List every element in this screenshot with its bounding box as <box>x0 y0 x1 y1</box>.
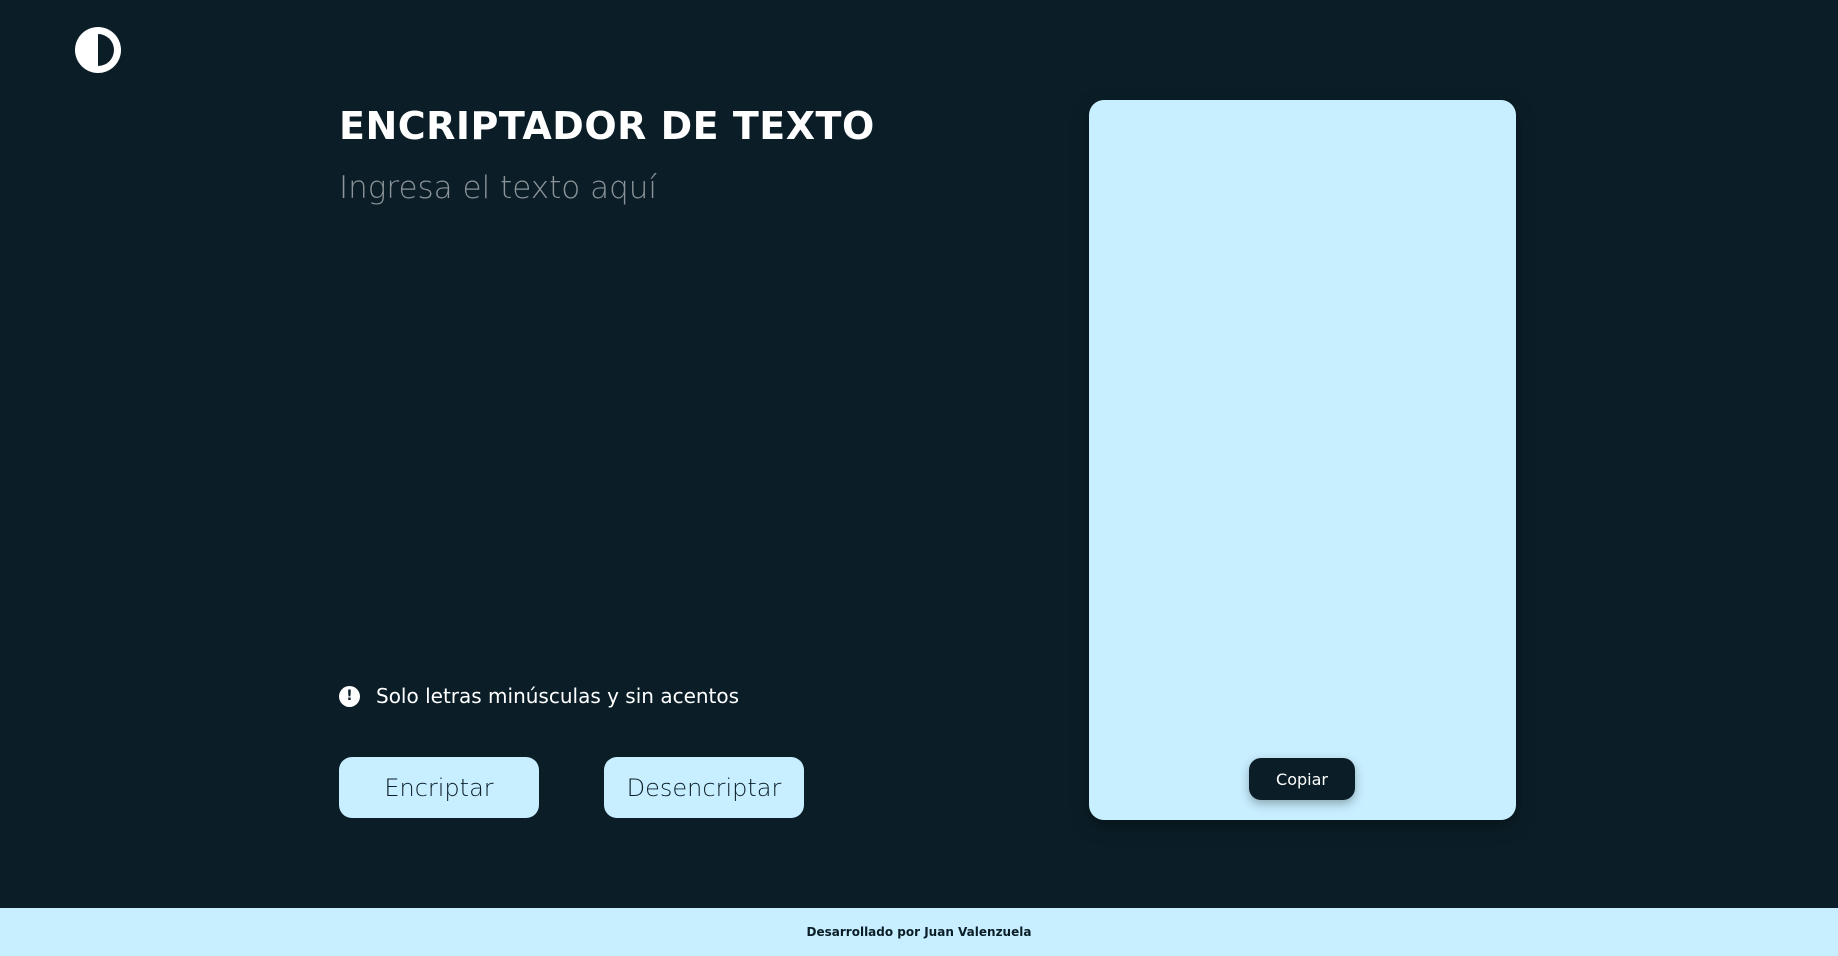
copy-button[interactable]: Copiar <box>1249 758 1355 800</box>
text-input[interactable] <box>339 170 979 650</box>
page: ENCRIPTADOR DE TEXTO ! Solo letras minús… <box>0 0 1838 956</box>
decrypt-button[interactable]: Desencriptar <box>604 757 804 818</box>
warning-message: ! Solo letras minúsculas y sin acentos <box>339 684 739 708</box>
exclamation-circle-icon: ! <box>339 685 360 707</box>
footer-credit: Desarrollado por Juan Valenzuela <box>806 925 1032 939</box>
footer: Desarrollado por Juan Valenzuela <box>0 908 1838 956</box>
encrypt-button[interactable]: Encriptar <box>339 757 539 818</box>
page-title: ENCRIPTADOR DE TEXTO <box>339 104 875 148</box>
output-panel: Copiar <box>1089 100 1516 820</box>
warning-text: Solo letras minúsculas y sin acentos <box>376 684 740 708</box>
contrast-logo-icon[interactable] <box>73 25 123 75</box>
